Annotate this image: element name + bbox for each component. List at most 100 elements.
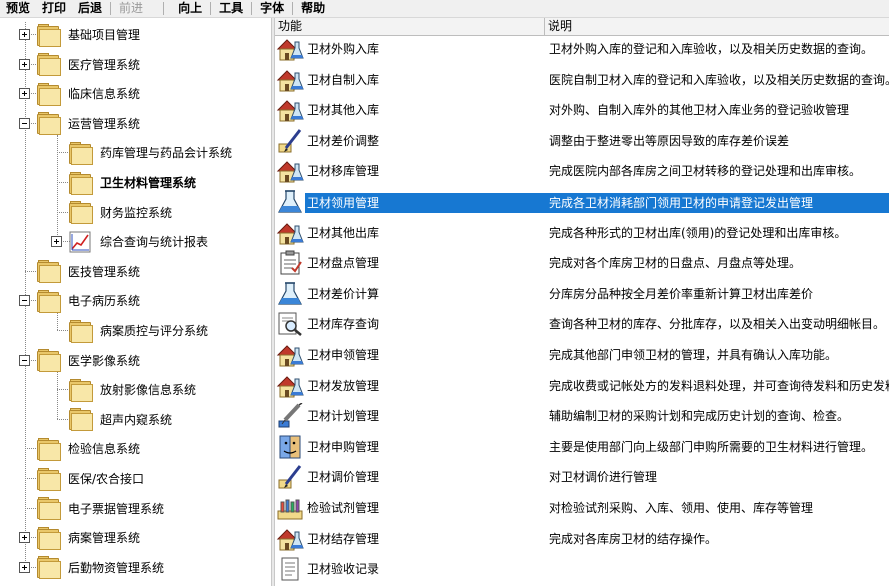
house-flask-icon bbox=[276, 67, 304, 93]
folder-icon bbox=[36, 260, 61, 284]
tree-node[interactable]: 基础项目管理 bbox=[19, 20, 140, 49]
menu-item[interactable]: 打印 bbox=[36, 0, 72, 17]
function-description: 对检验试剂采购、入库、领用、使用、库存等管理 bbox=[549, 501, 814, 515]
list-row[interactable]: 检验试剂管理 对检验试剂采购、入库、领用、使用、库存等管理 bbox=[275, 493, 889, 523]
list-row[interactable]: 卫材其他出库 完成各种形式的卫材出库(领用)的登记处理和出库审核。 bbox=[275, 218, 889, 248]
tree-node[interactable]: 医疗管理系统 bbox=[19, 50, 140, 79]
tree-node-label: 医保/农合接口 bbox=[68, 472, 145, 486]
expand-icon[interactable] bbox=[19, 561, 30, 573]
house-flask-icon bbox=[276, 97, 304, 123]
tree-node-label: 临床信息系统 bbox=[68, 87, 141, 102]
tree-node-label: 综合查询与统计报表 bbox=[100, 235, 209, 250]
tree-node[interactable]: 病案质控与评分系统 bbox=[51, 316, 208, 345]
tree-node-label: 病案管理系统 bbox=[68, 531, 141, 546]
tree-node[interactable]: 放射影像信息系统 bbox=[51, 375, 196, 404]
tree-node-label: 药库管理与药品会计系统 bbox=[100, 146, 233, 161]
function-description: 医院自制卫材入库的登记和入库验收，以及相关历史数据的查询。 bbox=[549, 72, 889, 87]
tree-node[interactable]: 电子病历系统 bbox=[19, 286, 140, 315]
folder-icon bbox=[36, 556, 61, 580]
tree-node[interactable]: 医保/农合接口 bbox=[19, 464, 144, 493]
function-name: 卫材申领管理 bbox=[307, 348, 380, 362]
function-name: 卫材差价计算 bbox=[307, 286, 380, 301]
function-name: 卫材结存管理 bbox=[307, 531, 380, 546]
clipboard-icon bbox=[276, 250, 304, 276]
menu-item[interactable]: 前进 bbox=[113, 0, 149, 17]
expand-icon[interactable] bbox=[19, 88, 30, 100]
menu-item[interactable]: 字体 bbox=[254, 0, 290, 17]
function-name: 卫材领用管理 bbox=[305, 193, 549, 213]
tree-node-label: 基础项目管理 bbox=[68, 28, 141, 42]
syringe-icon bbox=[276, 402, 304, 429]
list-row[interactable]: 卫材发放管理 完成收费或记帐处方的发料退料处理，并可查询待发料和历史发料数据 bbox=[275, 371, 889, 401]
doc-icon bbox=[276, 556, 304, 582]
collapse-icon[interactable] bbox=[19, 295, 30, 307]
reagent-icon bbox=[276, 495, 304, 521]
menu-item[interactable]: 向上 bbox=[172, 0, 208, 17]
pen-icon bbox=[276, 128, 304, 154]
list-row[interactable]: 卫材移库管理 完成医院内部各库房之间卫材转移的登记处理和出库审核。 bbox=[275, 156, 889, 186]
menu-item[interactable]: 帮助 bbox=[295, 0, 331, 17]
function-description: 对卫材调价进行管理 bbox=[549, 470, 658, 485]
function-description: 完成各种形式的卫材出库(领用)的登记处理和出库审核。 bbox=[549, 225, 847, 240]
tree-node[interactable]: 后勤物资管理系统 bbox=[19, 553, 164, 582]
tree-node-label: 检验信息系统 bbox=[68, 442, 141, 457]
function-name: 卫材计划管理 bbox=[307, 409, 380, 424]
tree-node[interactable]: 卫生材料管理系统 bbox=[51, 168, 196, 197]
tree-node[interactable]: 运营管理系统 bbox=[19, 109, 140, 138]
tree-node[interactable]: 临床信息系统 bbox=[19, 79, 140, 108]
function-description: 完成收费或记帐处方的发料退料处理，并可查询待发料和历史发料数据 bbox=[549, 378, 889, 393]
folder-icon bbox=[68, 408, 93, 432]
tree-node[interactable]: 医技管理系统 bbox=[19, 257, 140, 286]
menu-item[interactable]: 预览 bbox=[0, 0, 36, 17]
tree-node[interactable]: 电子票据管理系统 bbox=[19, 494, 164, 523]
list-row[interactable]: 卫材调价管理 对卫材调价进行管理 bbox=[275, 462, 889, 492]
flask-icon bbox=[276, 189, 304, 215]
expand-icon[interactable] bbox=[19, 532, 30, 544]
list-row[interactable]: 卫材申领管理 完成其他部门申领卫材的管理，并具有确认入库功能。 bbox=[275, 340, 889, 370]
list-row[interactable]: 卫材申购管理 主要是使用部门向上级部门申购所需要的卫生材料进行管理。 bbox=[275, 432, 889, 462]
expand-icon[interactable] bbox=[19, 58, 30, 70]
tree-node[interactable]: 财务监控系统 bbox=[51, 198, 172, 227]
tree-node-label: 运营管理系统 bbox=[68, 116, 141, 131]
tree-node-label: 电子病历系统 bbox=[68, 294, 141, 309]
menu-item[interactable]: 后退 bbox=[72, 0, 108, 17]
list-row[interactable]: 卫材外购入库 卫材外购入库的登记和入库验收，以及相关历史数据的查询。 bbox=[275, 34, 889, 64]
house-flask-icon bbox=[276, 342, 304, 368]
list-row[interactable]: 卫材差价调整 调整由于整进零出等原因导致的库存差价误差 bbox=[275, 126, 889, 156]
list-row[interactable]: 卫材库存查询 查询各种卫材的库存、分批库存，以及相关入出变动明细帐目。 bbox=[275, 309, 889, 339]
list-row[interactable]: 卫材计划管理 辅助编制卫材的采购计划和完成历史计划的查询、检查。 bbox=[275, 401, 889, 431]
function-description: 主要是使用部门向上级部门申购所需要的卫生材料进行管理。 bbox=[549, 439, 874, 454]
column-header-function[interactable]: 功能 bbox=[275, 18, 545, 35]
menu-item[interactable]: 工具 bbox=[213, 0, 249, 17]
collapse-icon[interactable] bbox=[19, 354, 30, 366]
column-header-description[interactable]: 说明 bbox=[545, 18, 889, 35]
list-row[interactable]: 卫材领用管理 完成各卫材消耗部门领用卫材的申请登记发出管理 bbox=[275, 187, 889, 217]
menu-separator bbox=[210, 2, 212, 15]
list-row[interactable]: 卫材盘点管理 完成对各个库房卫材的日盘点、月盘点等处理。 bbox=[275, 248, 889, 278]
tree-node[interactable]: 综合查询与统计报表 bbox=[51, 227, 208, 256]
list-row[interactable]: 卫材结存管理 完成对各库房卫材的结存操作。 bbox=[275, 524, 889, 554]
tree-node-label: 医学影像系统 bbox=[68, 353, 141, 368]
list-row[interactable]: 卫材自制入库 医院自制卫材入库的登记和入库验收，以及相关历史数据的查询。 bbox=[275, 65, 889, 95]
house-flask-icon bbox=[276, 526, 304, 552]
list-row[interactable]: 卫材差价计算 分库房分品种按全月差价率重新计算卫材出库差价 bbox=[275, 279, 889, 309]
list-row[interactable]: 卫材验收记录 bbox=[275, 554, 889, 584]
function-description: 调整由于整进零出等原因导致的库存差价误差 bbox=[549, 133, 790, 148]
list-row[interactable]: 卫材其他入库 对外购、自制入库外的其他卫材入库业务的登记验收管理 bbox=[275, 95, 889, 125]
menu-separator bbox=[110, 2, 112, 15]
tree-node[interactable]: 超声内窥系统 bbox=[51, 405, 172, 434]
function-description: 完成其他部门申领卫材的管理，并具有确认入库功能。 bbox=[549, 348, 838, 362]
expand-icon[interactable] bbox=[19, 29, 30, 40]
collapse-icon[interactable] bbox=[19, 117, 30, 129]
navigation-tree[interactable]: 基础项目管理医疗管理系统临床信息系统 运营管理系统药库管理与药品会计系统卫生材料管… bbox=[0, 18, 271, 586]
function-name: 卫材申购管理 bbox=[307, 439, 380, 454]
tree-node[interactable]: 检验信息系统 bbox=[19, 434, 140, 463]
tree-node[interactable]: 医学影像系统 bbox=[19, 346, 140, 375]
tree-node[interactable]: 病案管理系统 bbox=[19, 523, 140, 552]
tree-node-label: 医技管理系统 bbox=[68, 264, 141, 279]
function-name: 卫材外购入库 bbox=[307, 42, 380, 56]
tree-node[interactable]: 药库管理与药品会计系统 bbox=[51, 138, 232, 167]
function-name: 卫材差价调整 bbox=[307, 133, 380, 148]
expand-icon[interactable] bbox=[51, 236, 62, 248]
folder-icon bbox=[36, 82, 61, 106]
